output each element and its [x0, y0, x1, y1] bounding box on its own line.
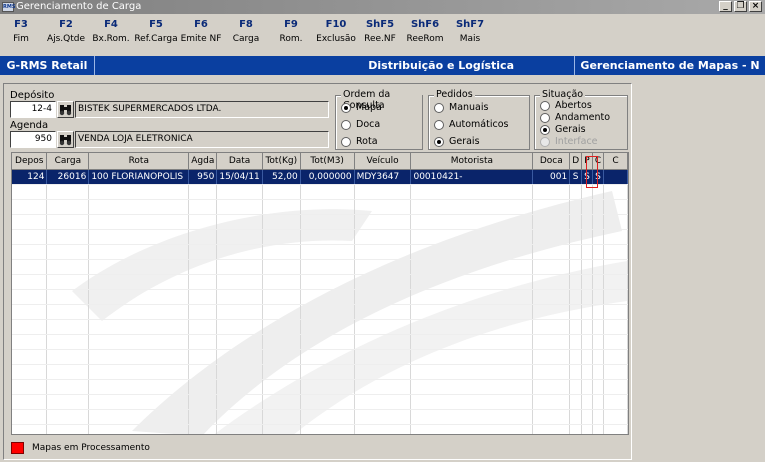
cell-d: S: [569, 169, 583, 185]
situacao-title: Situação: [540, 89, 586, 100]
binoculars-icon: [59, 135, 72, 146]
deposito-label: Depósito: [10, 90, 55, 101]
radio-automaticos[interactable]: Automáticos: [434, 119, 508, 130]
table-row[interactable]: [12, 244, 628, 260]
highlight-box: [586, 156, 598, 188]
situacao-group: Situação Abertos Andamento Gerais Interf…: [534, 89, 628, 150]
banner-product: G-RMS Retail: [0, 56, 95, 75]
function-key-toolbar: F3 Fim F2 Ajs.Qtde F4 Bx.Rom. F5 Ref.Carga F…: [0, 18, 765, 54]
agenda-description: VENDA LOJA ELETRONICA: [75, 131, 329, 148]
cell-veiculo: MDY3647: [354, 169, 412, 185]
legend: Mapas em Processamento: [11, 442, 150, 454]
table-row[interactable]: [12, 184, 628, 200]
restore-button[interactable]: ❐: [734, 1, 747, 12]
deposito-description: BISTEK SUPERMERCADOS LTDA.: [75, 101, 329, 118]
fkey-mais[interactable]: ShF7 Mais: [440, 18, 500, 46]
col-header-agda[interactable]: Agda: [188, 153, 218, 170]
table-row[interactable]: 124 26016 100 FLORIANOPOLIS 950 15/04/11…: [12, 169, 628, 185]
radio-circle: [434, 119, 444, 130]
radio-abertos[interactable]: Abertos: [540, 100, 592, 111]
cell-rota: 100 FLORIANOPOLIS: [88, 169, 190, 185]
col-header-motorista[interactable]: Motorista: [410, 153, 534, 170]
table-row[interactable]: [12, 409, 628, 425]
cell-agda: 950: [188, 169, 218, 185]
col-header-depos[interactable]: Depos: [12, 153, 48, 170]
col-header-tot-m3[interactable]: Tot(M3): [300, 153, 355, 170]
radio-doca[interactable]: Doca: [341, 119, 380, 130]
cell-depos: 124: [12, 169, 48, 185]
table-row[interactable]: [12, 319, 628, 335]
table-row[interactable]: [12, 394, 628, 410]
binoculars-icon: [59, 105, 72, 116]
radio-circle: [434, 136, 444, 147]
table-row[interactable]: [12, 349, 628, 365]
title-bar: RMS Gerenciamento de Carga _ ❐ ×: [0, 0, 765, 14]
radio-circle: [341, 119, 351, 130]
app-icon: RMS: [2, 2, 16, 12]
radio-gerais-situacao[interactable]: Gerais: [540, 124, 586, 135]
agenda-label: Agenda: [10, 120, 49, 131]
table-row[interactable]: [12, 304, 628, 320]
radio-interface: Interface: [540, 136, 598, 147]
cell-c2: [603, 169, 628, 185]
radio-andamento[interactable]: Andamento: [540, 112, 610, 123]
radio-circle: [540, 112, 550, 123]
radio-gerais-pedidos[interactable]: Gerais: [434, 136, 480, 147]
radio-circle: [540, 136, 550, 147]
deposito-lookup-button[interactable]: [57, 101, 74, 118]
legend-label: Mapas em Processamento: [32, 443, 150, 453]
radio-manuais[interactable]: Manuais: [434, 102, 488, 113]
col-header-doca[interactable]: Doca: [532, 153, 571, 170]
cell-tot-m3: 0,000000: [300, 169, 355, 185]
minimize-button[interactable]: _: [719, 1, 732, 12]
col-header-data[interactable]: Data: [216, 153, 263, 170]
cell-motorista: 00010421-: [410, 169, 534, 185]
table-row[interactable]: [12, 199, 628, 215]
cell-data: 15/04/11: [216, 169, 263, 185]
table-row[interactable]: [12, 289, 628, 305]
radio-mapa[interactable]: Mapa: [341, 102, 382, 113]
agenda-lookup-button[interactable]: [57, 131, 74, 148]
col-header-carga[interactable]: Carga: [46, 153, 90, 170]
radio-circle: [540, 100, 550, 111]
mapas-table: Depos Carga Rota Agda Data Tot(Kg) Tot(M…: [12, 153, 628, 434]
agenda-code-field[interactable]: 950: [10, 131, 56, 148]
col-header-d[interactable]: D: [569, 153, 583, 170]
pedidos-group: Pedidos Manuais Automáticos Gerais: [428, 89, 530, 150]
banner-screen: Gerenciamento de Mapas - N: [580, 59, 760, 72]
col-header-tot-kg[interactable]: Tot(Kg): [262, 153, 301, 170]
radio-circle: [540, 124, 550, 135]
radio-rota[interactable]: Rota: [341, 136, 378, 147]
col-header-veiculo[interactable]: Veículo: [354, 153, 412, 170]
banner-module: Distribuição e Logística: [95, 56, 575, 75]
table-row[interactable]: [12, 229, 628, 245]
ordem-consulta-group: Ordem da Consulta Mapa Doca Rota: [335, 89, 423, 150]
window-title: Gerenciamento de Carga: [16, 1, 142, 12]
table-row[interactable]: [12, 259, 628, 275]
close-button[interactable]: ×: [749, 1, 762, 12]
cell-carga: 26016: [46, 169, 90, 185]
col-header-rota[interactable]: Rota: [88, 153, 190, 170]
col-header-c2[interactable]: C: [603, 153, 628, 170]
mapas-grid[interactable]: Depos Carga Rota Agda Data Tot(Kg) Tot(M…: [11, 152, 629, 435]
pedidos-title: Pedidos: [434, 89, 475, 100]
table-row[interactable]: [12, 214, 628, 230]
grid-header-row: Depos Carga Rota Agda Data Tot(Kg) Tot(M…: [12, 153, 628, 170]
table-row[interactable]: [12, 334, 628, 350]
module-banner: G-RMS Retail Distribuição e Logística Ge…: [0, 56, 765, 75]
table-row[interactable]: [12, 364, 628, 380]
deposito-code-field[interactable]: 12-4: [10, 101, 56, 118]
radio-circle: [341, 136, 351, 147]
radio-circle: [434, 102, 444, 113]
legend-swatch: [11, 442, 24, 454]
main-panel: Depósito 12-4 BISTEK SUPERMERCADOS LTDA.…: [3, 83, 632, 460]
table-row[interactable]: [12, 274, 628, 290]
cell-doca: 001: [532, 169, 571, 185]
radio-circle: [341, 102, 351, 113]
table-row[interactable]: [12, 379, 628, 395]
table-row[interactable]: [12, 424, 628, 434]
cell-tot-kg: 52,00: [262, 169, 301, 185]
